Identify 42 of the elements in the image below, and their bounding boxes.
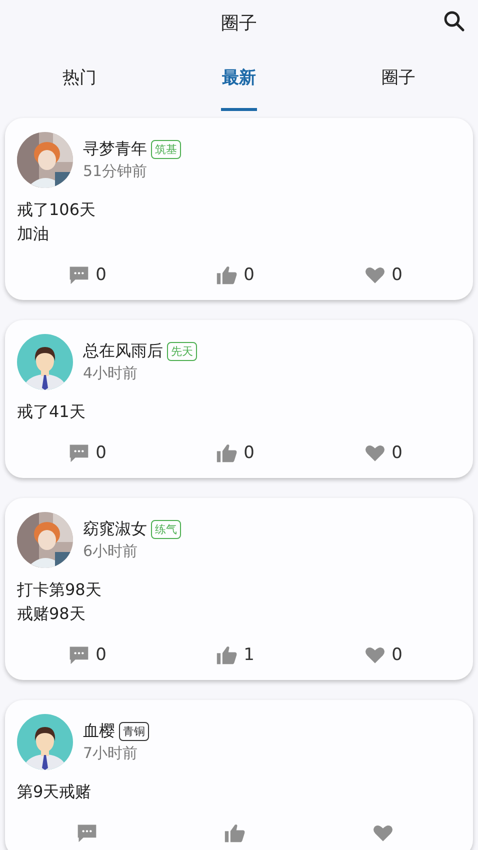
comment-count: 0: [96, 645, 106, 665]
search-icon: [442, 9, 466, 33]
like-count: 0: [244, 265, 254, 285]
tab[interactable]: 最新: [159, 45, 319, 115]
favorite-count: 0: [392, 443, 402, 463]
rank-badge: 先天: [167, 342, 197, 361]
tab-indicator: [220, 108, 257, 111]
comment-count: 0: [96, 265, 106, 285]
rank-badge: 青铜: [119, 722, 149, 741]
rank-badge: 练气: [151, 520, 181, 539]
post-time: 51分钟前: [83, 162, 148, 181]
tab[interactable]: 圈子: [318, 45, 478, 115]
thumbs-up-icon[interactable]: [216, 442, 238, 464]
comment-icon[interactable]: [68, 644, 90, 666]
user-name: 寻梦青年: [83, 139, 147, 160]
user-name: 血樱: [83, 721, 115, 742]
rank-badge: 筑基: [151, 140, 181, 159]
favorite-count: 0: [392, 265, 402, 285]
comment-icon[interactable]: [68, 442, 90, 464]
comment-icon[interactable]: [68, 264, 90, 286]
post-time: 6小时前: [83, 542, 139, 561]
post-text: 加油: [17, 223, 50, 245]
like-count: 1: [244, 645, 254, 665]
thumbs-up-icon[interactable]: [216, 264, 238, 286]
post-text: 戒了106天: [17, 199, 97, 221]
search-button[interactable]: [442, 9, 466, 33]
post-text: 戒赌98天: [17, 603, 86, 625]
thumbs-up-icon[interactable]: [224, 822, 246, 844]
comment-icon[interactable]: [76, 822, 98, 844]
comment-count: 0: [96, 443, 106, 463]
page-title: 圈子: [221, 12, 257, 34]
post-time: 7小时前: [83, 744, 139, 763]
thumbs-up-icon[interactable]: [216, 644, 238, 666]
post-time: 4小时前: [83, 364, 139, 383]
user-name: 窈窕淑女: [83, 519, 147, 540]
favorite-count: 0: [392, 645, 402, 665]
like-count: 0: [244, 443, 254, 463]
post-text: 打卡第98天: [17, 579, 102, 601]
post-text: 戒了41天: [17, 401, 86, 423]
user-name: 总在风雨后: [83, 341, 163, 362]
tab[interactable]: 热门: [0, 45, 160, 115]
post-text: 第9天戒赌: [17, 781, 92, 803]
